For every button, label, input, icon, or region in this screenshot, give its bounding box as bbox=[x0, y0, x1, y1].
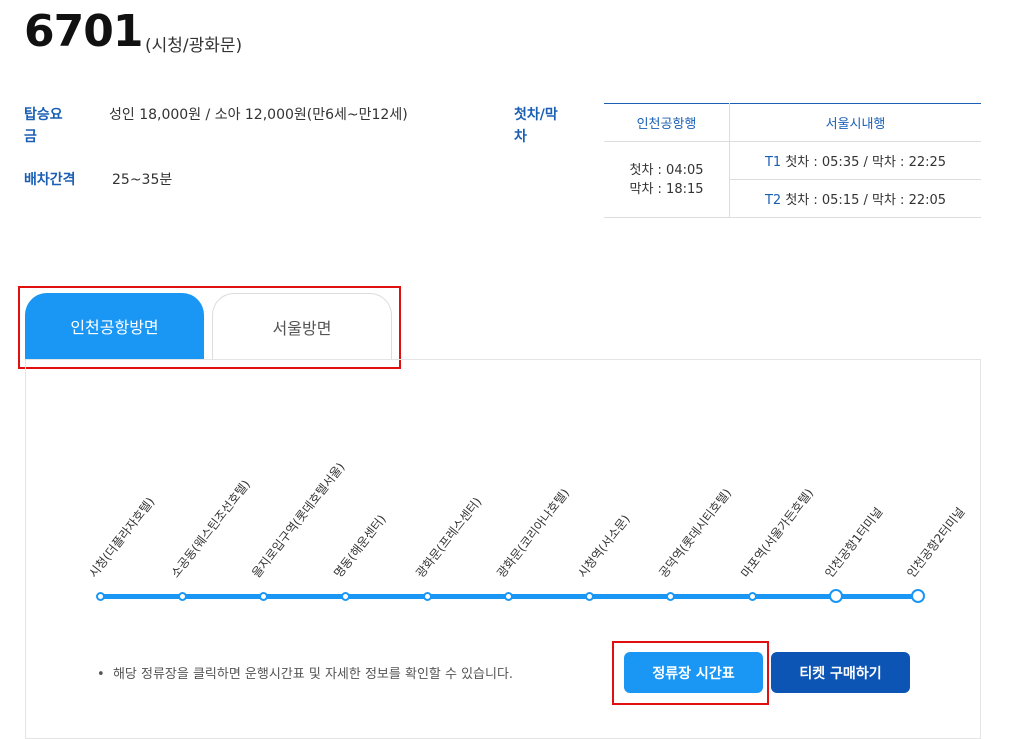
stop-marker[interactable] bbox=[422, 591, 432, 601]
stop-marker[interactable] bbox=[829, 589, 843, 603]
schedule-header-seoul: 서울시내행 bbox=[729, 103, 981, 142]
t2-times-cell: T2 첫차 : 05:15 / 막차 : 22:05 bbox=[729, 179, 981, 218]
t2-times: 첫차 : 05:15 / 막차 : 22:05 bbox=[785, 193, 947, 208]
buy-ticket-button[interactable]: 티켓 구매하기 bbox=[771, 652, 910, 693]
stop-marker[interactable] bbox=[95, 591, 105, 601]
incheon-times-cell: 첫차 : 04:05 막차 : 18:15 bbox=[604, 141, 730, 218]
stop-marker[interactable] bbox=[665, 591, 675, 601]
route-number: 6701 bbox=[24, 6, 143, 57]
stop-marker[interactable] bbox=[584, 591, 594, 601]
interval-value: 25~35분 bbox=[112, 172, 173, 188]
schedule-header-incheon: 인천공항행 bbox=[604, 103, 730, 142]
schedule-table: 인천공항행 서울시내행 첫차 : 04:05 막차 : 18:15 T1 첫차 … bbox=[604, 103, 981, 218]
stop-marker[interactable] bbox=[503, 591, 513, 601]
fare-label: 탑승요금 bbox=[24, 107, 63, 145]
interval-label: 배차간격 bbox=[24, 172, 76, 188]
fare-value: 성인 18,000원 / 소아 12,000원(만6세~만12세) bbox=[109, 107, 408, 123]
incheon-first-bus: 첫차 : 04:05 bbox=[629, 162, 704, 178]
stop-marker[interactable] bbox=[340, 591, 350, 601]
notice-text: • 해당 정류장을 클릭하면 운행시간표 및 자세한 정보를 확인할 수 있습니… bbox=[97, 663, 513, 682]
t1-times-cell: T1 첫차 : 05:35 / 막차 : 22:25 bbox=[729, 141, 981, 180]
t1-times: 첫차 : 05:35 / 막차 : 22:25 bbox=[785, 155, 947, 170]
stop-marker[interactable] bbox=[911, 589, 925, 603]
stop-marker[interactable] bbox=[177, 591, 187, 601]
stop-timetable-button[interactable]: 정류장 시간표 bbox=[624, 652, 763, 693]
notice-message: 해당 정류장을 클릭하면 운행시간표 및 자세한 정보를 확인할 수 있습니다. bbox=[112, 667, 514, 682]
incheon-last-bus: 막차 : 18:15 bbox=[629, 181, 704, 197]
stop-marker[interactable] bbox=[747, 591, 757, 601]
first-last-label: 첫차/막차 bbox=[514, 107, 558, 145]
tab-seoul-direction[interactable]: 서울방면 bbox=[212, 293, 392, 359]
t1-code: T1 bbox=[764, 155, 782, 170]
route-subtitle: (시청/광화문) bbox=[145, 36, 243, 56]
stop-marker[interactable] bbox=[258, 591, 268, 601]
t2-code: T2 bbox=[764, 193, 782, 208]
bullet-icon: • bbox=[97, 667, 113, 682]
tab-incheon-direction[interactable]: 인천공항방면 bbox=[25, 293, 204, 359]
